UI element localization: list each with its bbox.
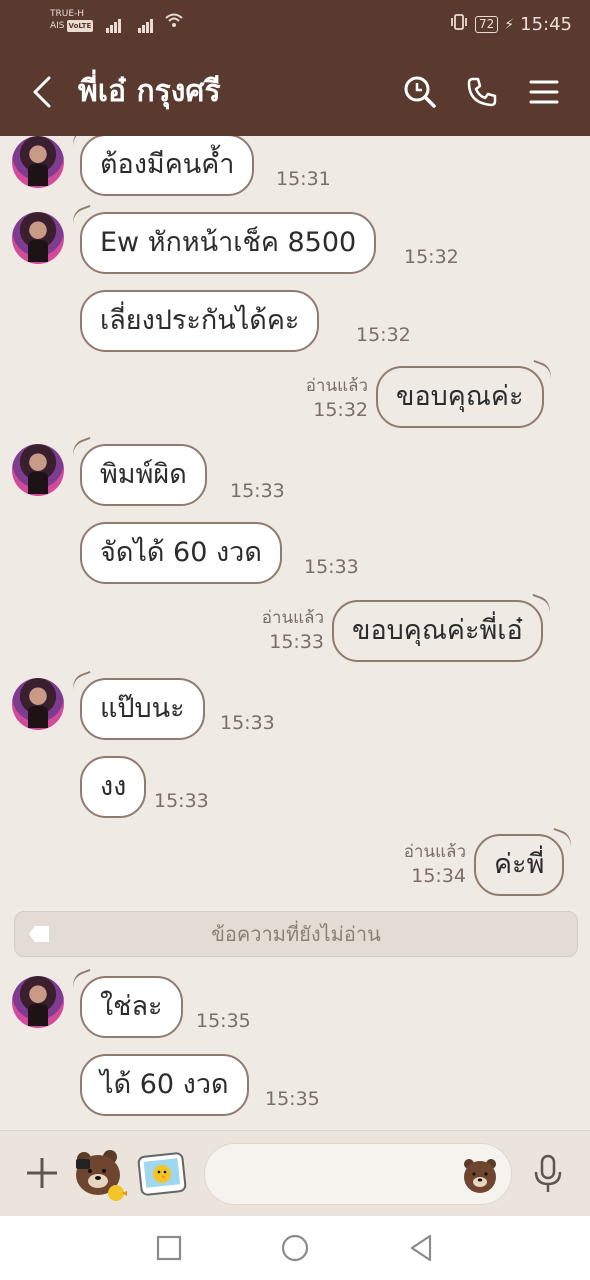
message-time: 15:33	[230, 480, 285, 502]
message-bubble[interactable]: ต้องมีคนค้ำ	[80, 136, 255, 196]
chat-area[interactable]: ต้องมีคนค้ำ 15:31 Ew หักหน้าเช็ค 8500 15…	[0, 136, 590, 1130]
tag-icon	[29, 926, 49, 942]
menu-button[interactable]	[522, 70, 566, 114]
sticker-button[interactable]	[70, 1145, 128, 1203]
charging-icon: ⚡	[504, 16, 515, 33]
plus-icon	[27, 1158, 57, 1188]
call-button[interactable]	[460, 70, 504, 114]
chevron-left-icon	[33, 76, 51, 108]
recents-button[interactable]	[153, 1232, 185, 1264]
signal-icon	[106, 14, 122, 33]
photo-icon	[137, 1152, 187, 1196]
read-receipt: อ่านแล้ว	[403, 842, 466, 862]
status-bar: TRUE-H AIS VoLTE 72 ⚡ 15:45	[0, 0, 590, 48]
search-button[interactable]	[398, 70, 442, 114]
home-button[interactable]	[279, 1232, 311, 1264]
unread-divider-label: ข้อความที่ยังไม่อ่าน	[211, 922, 381, 946]
message-time: 15:32	[404, 246, 459, 268]
message-time: 15:33	[269, 631, 324, 653]
message-time: 15:35	[196, 1010, 251, 1032]
circle-icon	[281, 1234, 309, 1262]
message-bubble[interactable]: ขอบคุณค่ะพี่เอ๋	[332, 600, 543, 662]
message-bubble[interactable]: เลี่ยงประกันได้คะ	[80, 290, 320, 352]
signal-2-icon	[138, 14, 154, 33]
avatar[interactable]	[12, 444, 64, 496]
message-bubble[interactable]: ค่ะพี่	[474, 834, 565, 896]
avatar[interactable]	[12, 976, 64, 1028]
message-bubble[interactable]: งง	[80, 756, 147, 818]
back-nav-button[interactable]	[405, 1232, 437, 1264]
message-time: 15:33	[154, 790, 209, 812]
message-time: 15:33	[220, 712, 275, 734]
battery-indicator: 72	[475, 16, 499, 33]
message-bubble[interactable]: พิมพ์ผิด	[80, 444, 207, 506]
bear-sticker-icon	[76, 1150, 127, 1201]
gallery-button[interactable]	[136, 1149, 188, 1199]
message-time: 15:35	[265, 1088, 320, 1110]
read-receipt: อ่านแล้ว	[261, 608, 324, 628]
unread-divider: ข้อความที่ยังไม่อ่าน	[14, 911, 578, 957]
emoji-button[interactable]	[460, 1155, 500, 1195]
volte-badge: VoLTE	[66, 20, 94, 32]
read-receipt: อ่านแล้ว	[305, 376, 368, 396]
carrier-2: AIS	[50, 21, 65, 31]
message-time: 15:32	[313, 399, 368, 421]
message-bubble[interactable]: ได้ 60 งวด	[80, 1054, 249, 1116]
bear-emoji-icon	[464, 1159, 496, 1193]
add-button[interactable]	[22, 1151, 62, 1195]
mic-button[interactable]	[528, 1151, 568, 1197]
chat-title: พี่เอ๋ กรุงศรี	[78, 74, 221, 109]
avatar[interactable]	[12, 136, 64, 188]
system-nav-bar	[0, 1216, 590, 1280]
input-bar	[0, 1130, 590, 1216]
message-meta: อ่านแล้ว 15:33	[236, 606, 324, 654]
message-bubble[interactable]: ขอบคุณค่ะ	[376, 366, 544, 428]
message-bubble[interactable]: แป๊บนะ	[80, 678, 205, 740]
message-bubble[interactable]: จัดได้ 60 งวด	[80, 522, 282, 584]
wifi-icon	[164, 12, 184, 34]
vibrate-icon	[449, 12, 469, 37]
chat-header: พี่เอ๋ กรุงศรี	[0, 48, 590, 136]
square-icon	[156, 1235, 182, 1261]
avatar[interactable]	[12, 678, 64, 730]
message-bubble[interactable]: Ew หักหน้าเช็ค 8500	[80, 212, 377, 274]
message-time: 15:33	[304, 556, 359, 578]
status-right: 72 ⚡ 15:45	[449, 12, 572, 37]
message-meta: อ่านแล้ว 15:32	[280, 374, 368, 422]
search-icon	[404, 76, 436, 108]
back-button[interactable]	[22, 72, 62, 112]
message-meta: อ่านแล้ว 15:34	[380, 840, 466, 888]
carrier-info: TRUE-H AIS VoLTE	[50, 8, 94, 32]
message-time: 15:32	[356, 324, 411, 346]
message-time: 15:34	[411, 865, 466, 887]
phone-icon	[467, 77, 497, 107]
microphone-icon	[534, 1154, 562, 1192]
triangle-back-icon	[410, 1234, 432, 1262]
carrier-1: TRUE-H	[50, 9, 85, 19]
menu-icon	[529, 80, 559, 104]
avatar[interactable]	[12, 212, 64, 264]
message-time: 15:31	[276, 168, 331, 190]
message-bubble[interactable]: ใช่ละ	[80, 976, 183, 1038]
status-time: 15:45	[520, 14, 572, 35]
